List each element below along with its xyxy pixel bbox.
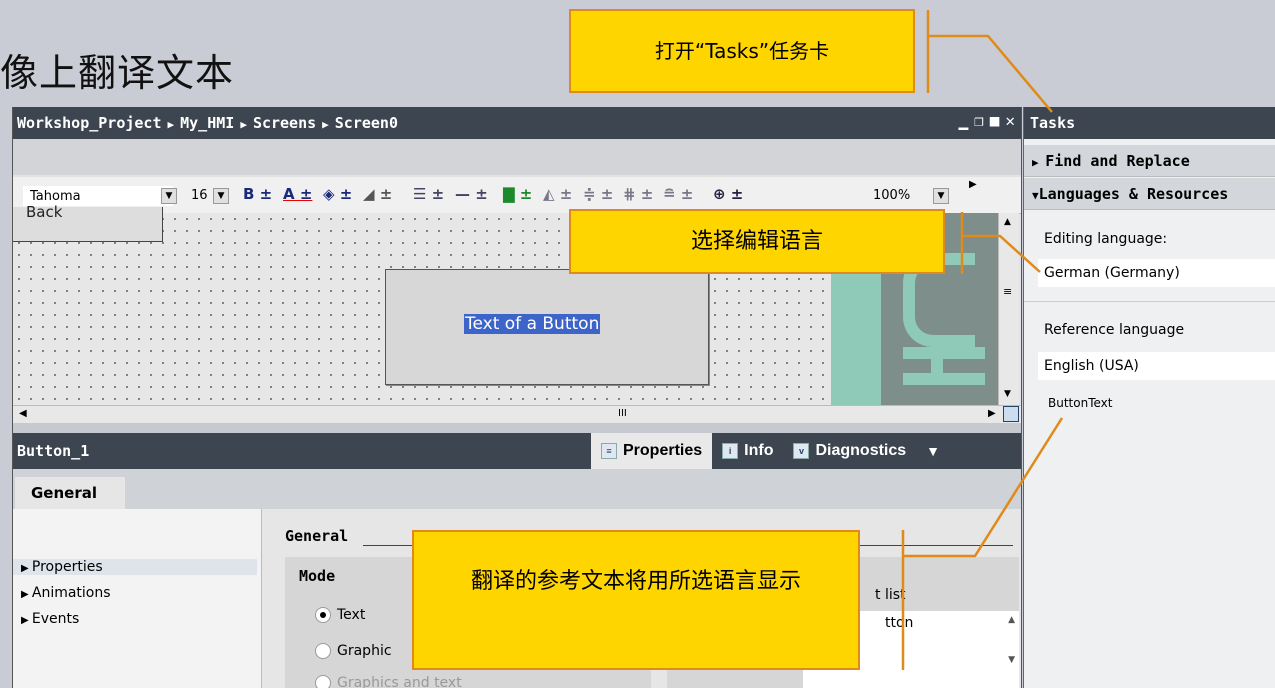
callout-reference-text: 翻译的参考文本将用所选语言显示 [412,530,860,670]
callout-select-language: 选择编辑语言 [569,209,945,274]
callout-open-tasks: 打开“Tasks”任务卡 [569,9,915,93]
